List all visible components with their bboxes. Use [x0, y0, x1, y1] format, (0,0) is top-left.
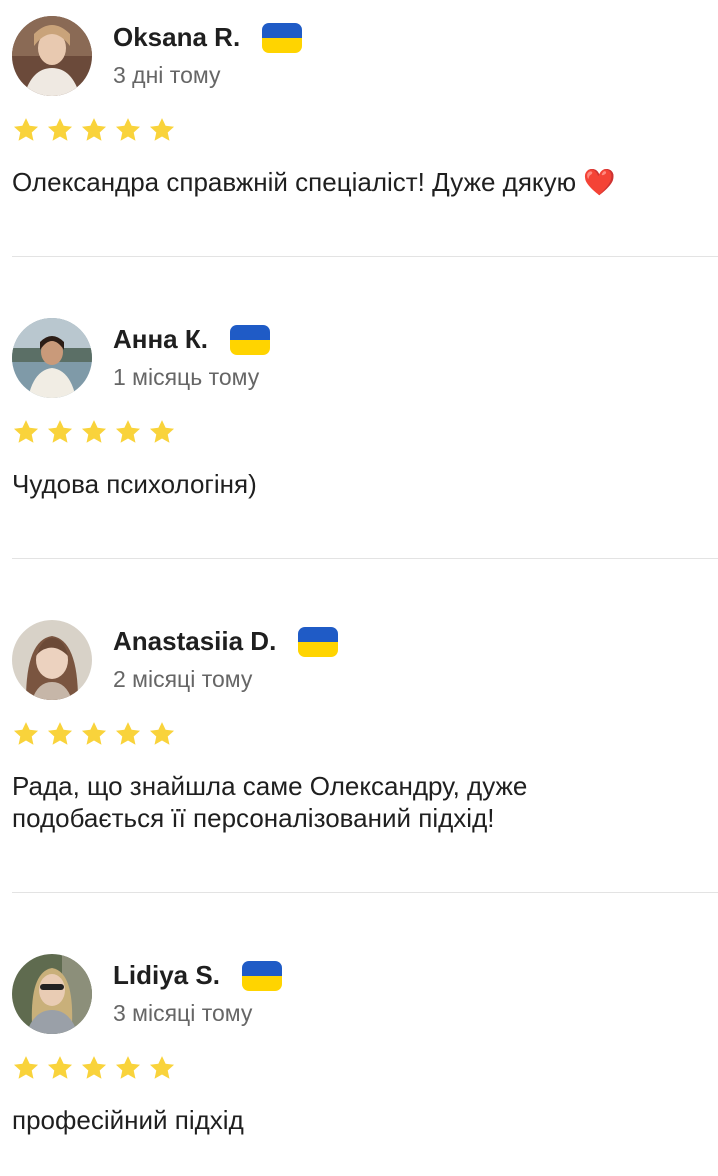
- divider: [12, 558, 718, 559]
- user-photo-avatar-icon: [12, 318, 92, 398]
- ukraine-flag-icon: [298, 626, 339, 657]
- user-photo-avatar-icon: [12, 620, 92, 700]
- star-rating: [12, 1054, 176, 1082]
- divider: [12, 892, 718, 893]
- star-icon: [47, 118, 73, 141]
- ukraine-flag-icon: [262, 22, 303, 53]
- star-rating: [12, 418, 176, 446]
- star-icon: [149, 1056, 175, 1079]
- ukraine-flag-icon: [229, 324, 270, 355]
- reviewer-name-text: Anastasiia D.: [113, 626, 277, 656]
- star-icon: [13, 722, 39, 745]
- review-text-body: Олександра справжній спеціаліст! Дуже дя…: [12, 167, 577, 197]
- star-icon: [81, 420, 107, 443]
- star-icon: [115, 1056, 141, 1079]
- review-date: 3 дні тому: [113, 62, 221, 88]
- star-rating: [12, 116, 176, 144]
- reviewer-name: Анна К.: [113, 324, 270, 355]
- user-photo-avatar-icon: [12, 16, 92, 96]
- divider: [12, 256, 718, 257]
- star-icon: [47, 722, 73, 745]
- review-text: професійний підхід: [12, 1104, 712, 1136]
- star-icon: [13, 1056, 39, 1079]
- reviewer-name: Anastasiia D.: [113, 626, 339, 657]
- review-date: 3 місяці тому: [113, 1000, 253, 1026]
- star-icon: [115, 722, 141, 745]
- review-text-body: професійний підхід: [12, 1105, 244, 1135]
- star-icon: [13, 118, 39, 141]
- review-text: Рада, що знайшла саме Олександру, дуже п…: [12, 770, 652, 834]
- review-text: Чудова психологіня): [12, 468, 712, 500]
- star-icon: [81, 118, 107, 141]
- avatar[interactable]: [12, 16, 92, 96]
- star-rating: [12, 720, 176, 748]
- star-icon: [81, 1056, 107, 1079]
- user-photo-avatar-icon: [12, 954, 92, 1034]
- star-icon: [149, 420, 175, 443]
- review-text: Олександра справжній спеціаліст! Дуже дя…: [12, 166, 712, 198]
- star-icon: [47, 420, 73, 443]
- reviewer-name: Lidiya S.: [113, 960, 282, 991]
- star-icon: [47, 1056, 73, 1079]
- reviewer-name-text: Анна К.: [113, 324, 208, 354]
- ukraine-flag-icon: [241, 960, 282, 991]
- review-date: 2 місяці тому: [113, 666, 253, 692]
- review-text-body: Рада, що знайшла саме Олександру, дуже п…: [12, 771, 528, 833]
- avatar[interactable]: [12, 318, 92, 398]
- star-icon: [149, 118, 175, 141]
- star-icon: [13, 420, 39, 443]
- avatar[interactable]: [12, 620, 92, 700]
- star-icon: [149, 722, 175, 745]
- heart-emoji-icon: ❤️: [583, 167, 616, 197]
- star-icon: [115, 118, 141, 141]
- review-text-body: Чудова психологіня): [12, 469, 257, 499]
- avatar[interactable]: [12, 954, 92, 1034]
- reviewer-name: Oksana R.: [113, 22, 303, 53]
- review-date: 1 місяць тому: [113, 364, 260, 390]
- star-icon: [115, 420, 141, 443]
- star-icon: [81, 722, 107, 745]
- reviewer-name-text: Oksana R.: [113, 22, 241, 52]
- reviewer-name-text: Lidiya S.: [113, 960, 220, 990]
